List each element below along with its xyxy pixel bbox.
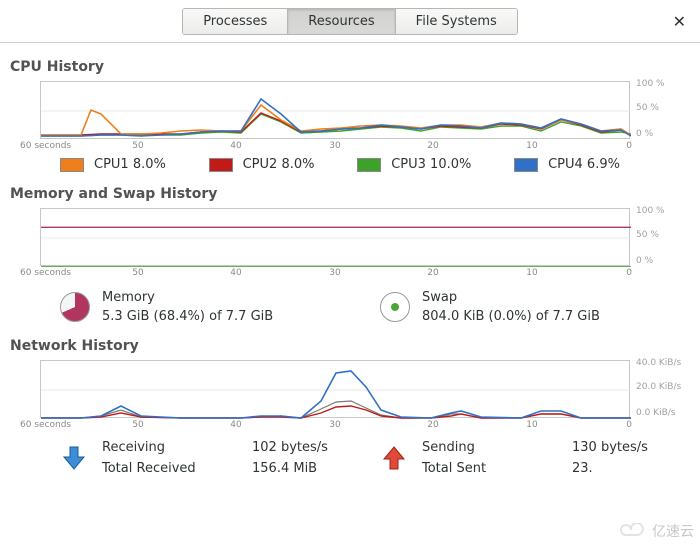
color-swatch [357, 158, 381, 172]
color-swatch [514, 158, 538, 172]
cpu-history-title: CPU History [10, 59, 700, 75]
tab-filesystems[interactable]: File Systems [396, 9, 517, 34]
memory-value: 5.3 GiB (68.4%) of 7.7 GiB [102, 309, 273, 324]
legend-label: CPU4 6.9% [548, 157, 620, 172]
memory-pie-icon [60, 292, 90, 322]
cpu-legend-item[interactable]: CPU1 8.0% [60, 157, 166, 172]
cpu-legend-item[interactable]: CPU2 8.0% [209, 157, 315, 172]
total-received-value: 156.4 MiB [252, 461, 328, 476]
upload-arrow-icon [380, 444, 408, 472]
receiving-col: Receiving 102 bytes/s Total Received 156… [60, 440, 380, 476]
swap-pie-icon [380, 292, 410, 322]
close-icon[interactable]: ✕ [673, 12, 686, 31]
net-chart: 40.0 KiB/s 20.0 KiB/s 0.0 KiB/s 60 secon… [20, 360, 690, 432]
sending-col: Sending 130 bytes/s Total Sent 23. [380, 440, 700, 476]
total-sent-value: 23. [572, 461, 648, 476]
cpu-legend-item[interactable]: CPU4 6.9% [514, 157, 620, 172]
legend-label: CPU3 10.0% [391, 157, 471, 172]
sending-rate: 130 bytes/s [572, 440, 648, 455]
cpu-legend: CPU1 8.0% CPU2 8.0% CPU3 10.0% CPU4 6.9% [60, 157, 620, 172]
watermark: 亿速云 [620, 521, 694, 541]
receiving-rate: 102 bytes/s [252, 440, 328, 455]
mem-chart: 100 % 50 % 0 % 60 seconds 50 40 30 20 10… [20, 208, 690, 280]
net-chart-box [40, 360, 630, 418]
cpu-chart-box [40, 81, 630, 139]
cpu-chart: 100 % 50 % 0 % 60 seconds 50 40 30 20 10… [20, 81, 690, 153]
mem-chart-box [40, 208, 630, 266]
sending-label: Sending [422, 440, 572, 455]
memory-item[interactable]: Memory 5.3 GiB (68.4%) of 7.7 GiB [60, 290, 380, 324]
mem-history-title: Memory and Swap History [10, 186, 700, 202]
cpu-legend-item[interactable]: CPU3 10.0% [357, 157, 471, 172]
tab-resources[interactable]: Resources [288, 9, 395, 34]
legend-label: CPU2 8.0% [243, 157, 315, 172]
swap-label: Swap [422, 290, 600, 305]
receiving-label: Receiving [102, 440, 252, 455]
color-swatch [209, 158, 233, 172]
total-received-label: Total Received [102, 461, 252, 476]
window-tab-bar: Processes Resources File Systems ✕ [0, 0, 700, 43]
swap-value: 804.0 KiB (0.0%) of 7.7 GiB [422, 309, 600, 324]
memswap-row: Memory 5.3 GiB (68.4%) of 7.7 GiB Swap 8… [60, 290, 700, 324]
swap-item[interactable]: Swap 804.0 KiB (0.0%) of 7.7 GiB [380, 290, 700, 324]
color-swatch [60, 158, 84, 172]
total-sent-label: Total Sent [422, 461, 572, 476]
legend-label: CPU1 8.0% [94, 157, 166, 172]
download-arrow-icon [60, 444, 88, 472]
net-history-title: Network History [10, 338, 700, 354]
network-stats: Receiving 102 bytes/s Total Received 156… [60, 440, 700, 476]
memory-label: Memory [102, 290, 273, 305]
tab-strip: Processes Resources File Systems [182, 8, 518, 35]
tab-processes[interactable]: Processes [183, 9, 288, 34]
